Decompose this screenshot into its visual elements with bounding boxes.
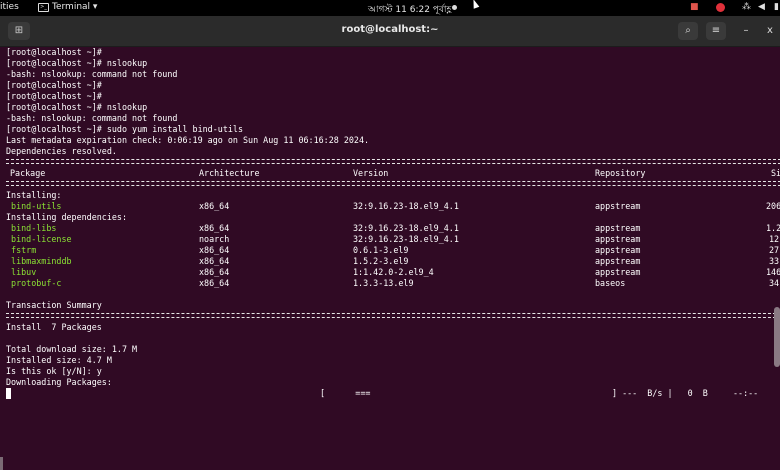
confirm-prompt: Is this ok [y/N]: y bbox=[6, 366, 102, 376]
package-arch: noarch bbox=[199, 234, 230, 244]
terminal-line: [root@localhost ~]# nslookup bbox=[6, 102, 148, 112]
package-name: fstrm bbox=[6, 245, 37, 255]
package-name: bind-libs bbox=[6, 223, 57, 233]
col-header-package: Package bbox=[10, 168, 46, 178]
table-divider bbox=[6, 159, 780, 164]
scrollbar[interactable] bbox=[774, 307, 780, 367]
package-repo: appstream bbox=[595, 245, 641, 255]
table-divider bbox=[6, 181, 780, 186]
package-arch: x86_64 bbox=[199, 201, 230, 211]
package-repo: appstream bbox=[595, 267, 641, 277]
package-repo: appstream bbox=[595, 223, 641, 233]
package-name: bind-utils bbox=[6, 201, 62, 211]
package-version: 0.6.1-3.el9 bbox=[353, 245, 409, 255]
col-header-architecture: Architecture bbox=[199, 168, 260, 178]
package-arch: x86_64 bbox=[199, 267, 230, 277]
system-top-bar: ities >_ Terminal ▾ আগস্ট 11 6:22 পূর্বা… bbox=[0, 0, 780, 16]
minimize-button[interactable]: – bbox=[736, 22, 756, 40]
installed-size: Installed size: 4.7 M bbox=[6, 355, 112, 365]
terminal-line: [root@localhost ~]# bbox=[6, 91, 102, 101]
terminal-line: -bash: nslookup: command not found bbox=[6, 113, 178, 123]
download-progress-stats: ] --- B/s | 0 B --:-- bbox=[612, 388, 759, 398]
package-arch: x86_64 bbox=[199, 256, 230, 266]
install-count: Install 7 Packages bbox=[6, 322, 102, 332]
package-arch: x86_64 bbox=[199, 278, 230, 288]
activities-button[interactable]: ities bbox=[0, 2, 19, 12]
package-size: 206 bbox=[766, 201, 780, 211]
package-name: libmaxminddb bbox=[6, 256, 72, 266]
col-header-repository: Repository bbox=[595, 168, 646, 178]
window-title: root@localhost:~ bbox=[341, 24, 439, 35]
package-version: 32:9.16.23-18.el9_4.1 bbox=[353, 201, 459, 211]
package-version: 1.5.2-3.el9 bbox=[353, 256, 409, 266]
download-progress-bar: [ === bbox=[320, 388, 371, 398]
search-icon[interactable]: ⌕ bbox=[678, 22, 698, 40]
record-icon[interactable] bbox=[716, 3, 725, 12]
notification-dot-icon bbox=[452, 5, 457, 10]
package-repo: appstream bbox=[595, 201, 641, 211]
section-label: Installing: bbox=[6, 190, 62, 200]
col-header-size: Si bbox=[771, 168, 780, 178]
package-version: 32:9.16.23-18.el9_4.1 bbox=[353, 223, 459, 233]
terminal-line: -bash: nslookup: command not found bbox=[6, 69, 178, 79]
package-version: 32:9.16.23-18.el9_4.1 bbox=[353, 234, 459, 244]
mouse-cursor-icon bbox=[470, 0, 480, 9]
text-cursor bbox=[6, 388, 11, 399]
battery-icon[interactable]: ▮ bbox=[774, 2, 779, 12]
package-size: 146 bbox=[766, 267, 780, 277]
package-version: 1.3.3-13.el9 bbox=[353, 278, 414, 288]
terminal-line: Last metadata expiration check: 0:06:19 … bbox=[6, 135, 370, 145]
package-arch: x86_64 bbox=[199, 245, 230, 255]
package-size: 12 bbox=[769, 234, 780, 244]
hamburger-menu-icon[interactable]: ≡ bbox=[706, 22, 726, 40]
downloading-label: Downloading Packages: bbox=[6, 377, 112, 387]
volume-icon[interactable]: ◀ bbox=[758, 2, 765, 12]
window-edge bbox=[0, 457, 3, 470]
terminal-line: [root@localhost ~]# sudo yum install bin… bbox=[6, 124, 243, 134]
package-name: libuv bbox=[6, 267, 37, 277]
package-size: 34 bbox=[769, 278, 780, 288]
app-menu-label: Terminal ▾ bbox=[52, 2, 98, 12]
terminal-app-icon: >_ bbox=[38, 2, 49, 12]
package-name: bind-license bbox=[6, 234, 72, 244]
total-download-size: Total download size: 1.7 M bbox=[6, 344, 138, 354]
package-repo: appstream bbox=[595, 234, 641, 244]
terminal-line: [root@localhost ~]# nslookup bbox=[6, 58, 148, 68]
camera-icon[interactable]: ■ bbox=[690, 2, 699, 12]
package-repo: appstream bbox=[595, 256, 641, 266]
network-icon[interactable]: ⁂ bbox=[742, 2, 751, 12]
terminal-line: [root@localhost ~]# bbox=[6, 80, 102, 90]
package-name: protobuf-c bbox=[6, 278, 62, 288]
close-button[interactable]: x bbox=[760, 22, 780, 40]
col-header-version: Version bbox=[353, 168, 389, 178]
terminal-line: [root@localhost ~]# bbox=[6, 47, 102, 57]
transaction-summary: Transaction Summary bbox=[6, 300, 102, 310]
package-size: 1.2 bbox=[766, 223, 780, 233]
package-repo: baseos bbox=[595, 278, 626, 288]
package-arch: x86_64 bbox=[199, 223, 230, 233]
terminal-output[interactable]: [root@localhost ~]# [root@localhost ~]# … bbox=[0, 47, 780, 470]
terminal-headerbar: ⊞ root@localhost:~ ⌕ ≡ – x bbox=[0, 16, 780, 47]
terminal-line: Dependencies resolved. bbox=[6, 146, 117, 156]
app-menu[interactable]: >_ Terminal ▾ bbox=[38, 2, 97, 12]
package-size: 27 bbox=[769, 245, 780, 255]
table-divider bbox=[6, 313, 780, 318]
section-label: Installing dependencies: bbox=[6, 212, 128, 222]
clock[interactable]: আগস্ট 11 6:22 পূর্বাহ্ণ bbox=[368, 2, 451, 17]
package-version: 1:1.42.0-2.el9_4 bbox=[353, 267, 434, 277]
package-size: 33 bbox=[769, 256, 780, 266]
